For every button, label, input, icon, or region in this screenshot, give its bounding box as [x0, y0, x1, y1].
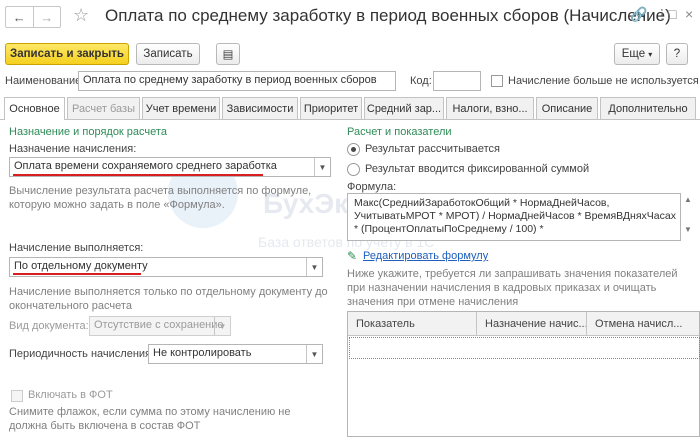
result-calculated-radio[interactable] [347, 143, 360, 156]
underline-mark [13, 174, 263, 176]
column-assignment[interactable]: Назначение начис... [476, 312, 586, 336]
tab-average-earnings[interactable]: Средний зар... [364, 97, 444, 119]
purpose-label: Назначение начисления: [9, 143, 137, 155]
periodicity-label: Периодичность начисления: [9, 348, 155, 360]
doc-type-select[interactable]: Отсутствие с сохранение ▼ [89, 316, 231, 336]
maximize-icon[interactable]: □ [668, 6, 676, 22]
indicators-hint: Ниже укажите, требуется ли запрашивать з… [347, 268, 678, 308]
purpose-section-title: Назначение и порядок расчета [9, 126, 167, 138]
tab-taxes[interactable]: Налоги, взно... [446, 97, 534, 119]
window-title: Оплата по среднему заработку в период во… [105, 6, 671, 25]
pencil-icon: ✎ [347, 249, 358, 263]
column-cancellation[interactable]: Отмена начисл... [586, 312, 700, 336]
fot-hint: Снимите флажок, если сумма по этому начи… [9, 406, 291, 432]
purpose-value: Оплата времени сохраняемого среднего зар… [14, 160, 277, 172]
table-row[interactable] [349, 337, 700, 359]
result-calculated-label: Результат рассчитывается [365, 143, 500, 155]
fot-checkbox[interactable] [11, 390, 23, 402]
performed-value: По отдельному документу [14, 260, 148, 272]
tab-description[interactable]: Описание [536, 97, 598, 119]
navigation-buttons: ← → [5, 6, 61, 28]
tab-priority[interactable]: Приоритет [300, 97, 362, 119]
menu-dots-icon[interactable]: ⋮ [655, 6, 669, 23]
name-input[interactable]: Оплата по среднему заработку в период во… [78, 71, 396, 91]
back-arrow-icon[interactable]: ← [6, 7, 33, 27]
table-header: Показатель Назначение начис... Отмена на… [348, 312, 699, 336]
tab-additional[interactable]: Дополнительно [600, 97, 696, 119]
periodicity-select[interactable]: Не контролировать ▼ [148, 344, 323, 364]
more-label: Еще [621, 48, 646, 60]
save-and-close-button[interactable]: Записать и закрыть [5, 43, 129, 65]
code-label: Код: [410, 75, 432, 87]
formula-label: Формула: [347, 181, 397, 193]
periodicity-value: Не контролировать [153, 347, 252, 359]
indicators-table[interactable]: Показатель Назначение начис... Отмена на… [347, 311, 700, 437]
edit-formula-link[interactable]: Редактировать формулу [363, 250, 488, 262]
save-button[interactable]: Записать [136, 43, 200, 65]
code-input[interactable] [433, 71, 481, 91]
tab-divider [0, 119, 700, 120]
link-icon[interactable]: 🔗 [630, 6, 647, 23]
doc-type-value: Отсутствие с сохранение [94, 319, 224, 331]
tab-main[interactable]: Основное [4, 97, 65, 120]
purpose-hint: Вычисление результата расчета выполняетс… [9, 185, 312, 211]
scroll-arrows-icon[interactable]: ▲ ▼ [684, 195, 692, 235]
fot-label: Включать в ФОТ [28, 389, 113, 401]
performed-hint: Начисление выполняется только по отдельн… [9, 286, 328, 312]
close-icon[interactable]: × [685, 6, 693, 22]
help-button[interactable]: ? [666, 43, 688, 65]
tab-dependencies[interactable]: Зависимости [222, 97, 298, 119]
result-fixed-radio[interactable] [347, 163, 360, 176]
dropdown-arrow-icon[interactable]: ▼ [306, 345, 322, 363]
tab-base-calculation[interactable]: Расчет базы [67, 97, 140, 119]
dropdown-arrow-icon[interactable]: ▼ [306, 258, 322, 276]
calculation-section-title: Расчет и показатели [347, 126, 452, 138]
more-button[interactable]: Еще ▾ [614, 43, 660, 65]
underline-mark [13, 273, 141, 275]
name-label: Наименование: [5, 75, 85, 87]
dropdown-arrow-icon[interactable]: ▼ [314, 158, 330, 176]
favorite-star-icon[interactable]: ☆ [73, 5, 89, 26]
dropdown-arrow-icon: ▼ [214, 317, 230, 335]
tab-time-accounting[interactable]: Учет времени [142, 97, 220, 119]
forward-arrow-icon[interactable]: → [32, 7, 61, 27]
report-list-icon[interactable]: ▤ [216, 43, 240, 65]
doc-type-label: Вид документа: [9, 320, 89, 332]
unused-checkbox[interactable] [491, 75, 503, 87]
formula-textarea[interactable]: Макс(СреднийЗаработокОбщий * НормаДнейЧа… [347, 193, 681, 241]
dropdown-arrow-icon: ▾ [648, 49, 653, 59]
column-indicator[interactable]: Показатель [348, 312, 476, 336]
performed-label: Начисление выполняется: [9, 242, 144, 254]
result-fixed-label: Результат вводится фиксированной суммой [365, 163, 590, 175]
unused-label: Начисление больше не используется [508, 75, 699, 87]
